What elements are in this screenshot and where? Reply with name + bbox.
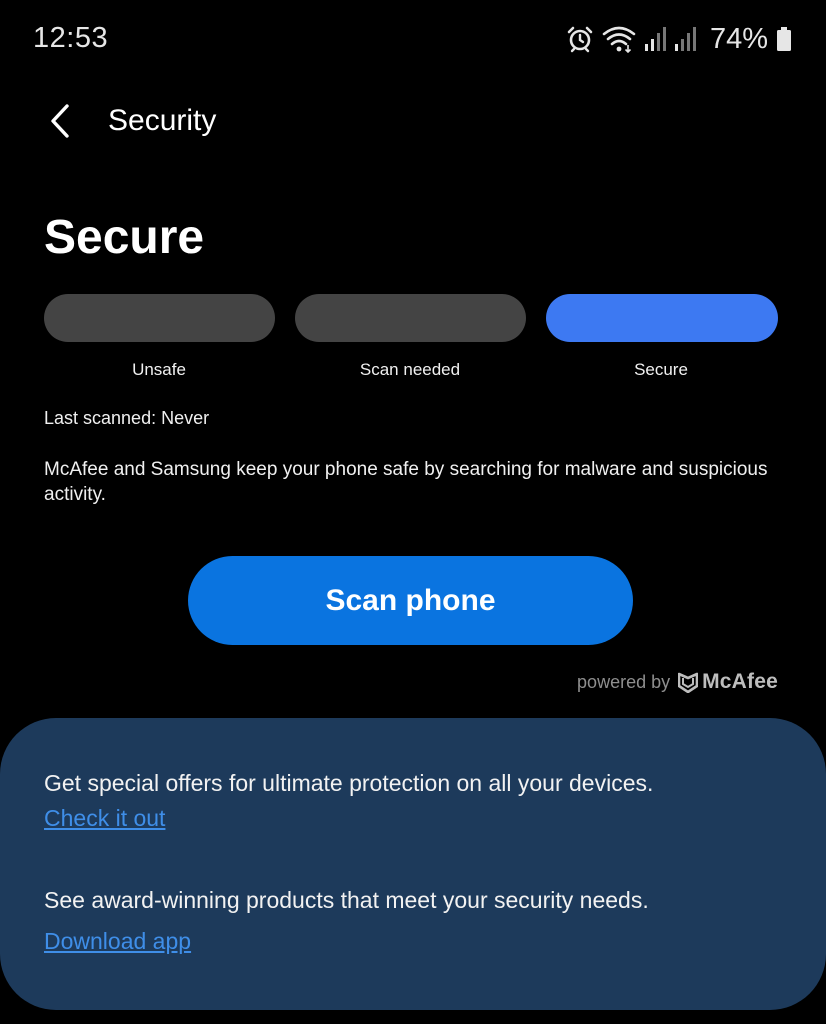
mcafee-brand-name: McAfee bbox=[702, 670, 778, 693]
status-icons: 74% bbox=[566, 22, 792, 56]
mcafee-logo: McAfee bbox=[678, 670, 778, 694]
battery-percent: 74% bbox=[709, 22, 768, 55]
wifi-icon bbox=[602, 25, 636, 53]
back-button[interactable] bbox=[38, 98, 82, 144]
status-level-unsafe bbox=[44, 294, 275, 342]
offers-card: Get special offers for ultimate protecti… bbox=[0, 718, 826, 1010]
status-level-label: Unsafe bbox=[132, 360, 186, 379]
chevron-left-icon bbox=[51, 104, 69, 138]
offer-text-protection: Get special offers for ultimate protecti… bbox=[44, 770, 654, 796]
last-scanned-text: Last scanned: Never bbox=[44, 408, 210, 428]
powered-by: powered by McAfee bbox=[577, 670, 778, 694]
signal-icon bbox=[674, 26, 696, 52]
check-it-out-link[interactable]: Check it out bbox=[44, 805, 165, 832]
mcafee-shield-icon bbox=[678, 672, 699, 693]
status-level-secure bbox=[546, 294, 778, 342]
download-app-link[interactable]: Download app bbox=[44, 928, 191, 955]
signal-icon bbox=[644, 26, 666, 52]
scan-phone-button[interactable]: Scan phone bbox=[188, 556, 633, 645]
powered-by-text: powered by bbox=[577, 671, 671, 692]
battery-icon bbox=[776, 26, 792, 52]
alarm-icon bbox=[566, 25, 594, 53]
status-time: 12:53 bbox=[33, 22, 109, 54]
security-status-heading: Secure bbox=[44, 211, 205, 264]
status-level-label: Secure bbox=[634, 360, 688, 379]
app-bar: Security bbox=[0, 92, 826, 152]
status-level-scan-needed bbox=[295, 294, 526, 342]
page-title: Security bbox=[108, 104, 217, 137]
status-level-indicator bbox=[44, 294, 778, 342]
status-bar: 12:53 74% bbox=[0, 0, 826, 78]
security-description: McAfee and Samsung keep your phone safe … bbox=[44, 459, 768, 505]
status-level-label: Scan needed bbox=[359, 360, 461, 379]
offer-text-products: See award-winning products that meet you… bbox=[44, 887, 649, 913]
